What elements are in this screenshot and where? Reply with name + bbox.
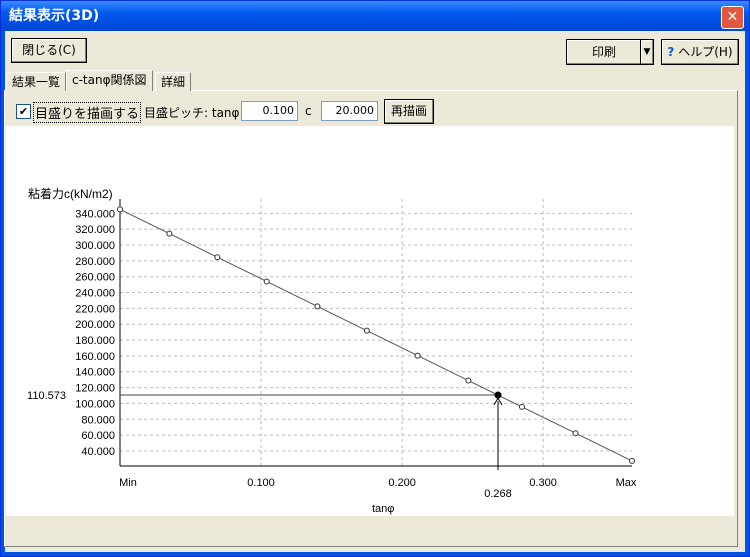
window-title: 結果表示(3D)	[9, 8, 100, 24]
draw-scale-label[interactable]: 目盛りを描画する	[33, 102, 142, 123]
draw-scale-checkbox[interactable]: ✔	[16, 104, 31, 119]
x-tick-label: 0.200	[388, 477, 416, 489]
y-tick-label: 40.000	[81, 446, 115, 458]
y-tick-label: 160.000	[75, 351, 115, 363]
data-point	[629, 457, 635, 464]
marker-x-label: 0.268	[484, 488, 512, 500]
x-tick-label: 0.300	[529, 477, 557, 489]
chart-area: 粘着力c(kN/m2) tanφ 340.000 320.000 300.000 28…	[6, 126, 734, 516]
tab-result-list[interactable]: 結果一覧	[6, 72, 67, 91]
marker-y-label: 110.573	[27, 390, 66, 402]
y-tick-label: 80.000	[81, 414, 115, 426]
help-icon: ?	[667, 45, 675, 59]
x-tick-label: Max	[616, 477, 637, 489]
y-tick-label: 180.000	[75, 335, 115, 347]
y-tick-label: 300.000	[75, 240, 115, 252]
help-button[interactable]: ? ヘルプ(H)	[661, 39, 739, 65]
data-point	[263, 278, 270, 285]
y-tick-label: 240.000	[75, 288, 115, 300]
y-tick-label: 340.000	[75, 208, 115, 220]
pitch-label: 目盛ピッチ: tanφ	[144, 106, 240, 120]
tab-details[interactable]: 詳細	[155, 72, 192, 91]
x-axis-label: tanφ	[372, 503, 394, 515]
data-point	[572, 430, 579, 437]
y-tick-label: 60.000	[81, 430, 115, 442]
y-tick-label: 120.000	[75, 383, 115, 395]
data-point	[518, 403, 525, 410]
c-pitch-input[interactable]: 20.000	[321, 101, 378, 121]
y-tick-label: 100.000	[75, 398, 115, 410]
data-point	[465, 377, 472, 384]
close-button[interactable]: 閉じる(C)	[11, 38, 87, 63]
tab-c-tan-phi[interactable]: c-tanφ関係図	[66, 70, 153, 91]
data-point	[414, 352, 421, 359]
series-line	[119, 208, 633, 462]
title-bar: 結果表示(3D) ✕	[1, 1, 749, 31]
x-tick-label: Min	[119, 477, 137, 489]
data-point	[363, 327, 370, 334]
print-button[interactable]: 印刷	[566, 39, 642, 65]
close-window-button[interactable]: ✕	[721, 6, 744, 29]
y-tick-label: 320.000	[75, 224, 115, 236]
marker-point	[494, 391, 502, 399]
x-tick-label: 0.100	[247, 477, 275, 489]
data-point	[314, 303, 321, 310]
data-point	[166, 230, 173, 237]
data-point	[117, 206, 123, 213]
c-label: c	[305, 104, 312, 118]
y-tick-label: 260.000	[75, 272, 115, 284]
y-tick-label: 280.000	[75, 256, 115, 268]
c-tan-phi-chart: 粘着力c(kN/m2) tanφ 340.000 320.000 300.000 28…	[27, 186, 637, 515]
help-label: ヘルプ(H)	[678, 45, 733, 59]
redraw-button[interactable]: 再描画	[384, 99, 434, 124]
data-point	[214, 254, 221, 261]
y-tick-label: 200.000	[75, 319, 115, 331]
y-tick-label: 140.000	[75, 367, 115, 379]
y-tick-label: 220.000	[75, 303, 115, 315]
tan-pitch-input[interactable]: 0.100	[241, 101, 298, 121]
print-dropdown-button[interactable]: ▼	[640, 39, 654, 65]
y-axis-label: 粘着力c(kN/m2)	[28, 186, 113, 201]
